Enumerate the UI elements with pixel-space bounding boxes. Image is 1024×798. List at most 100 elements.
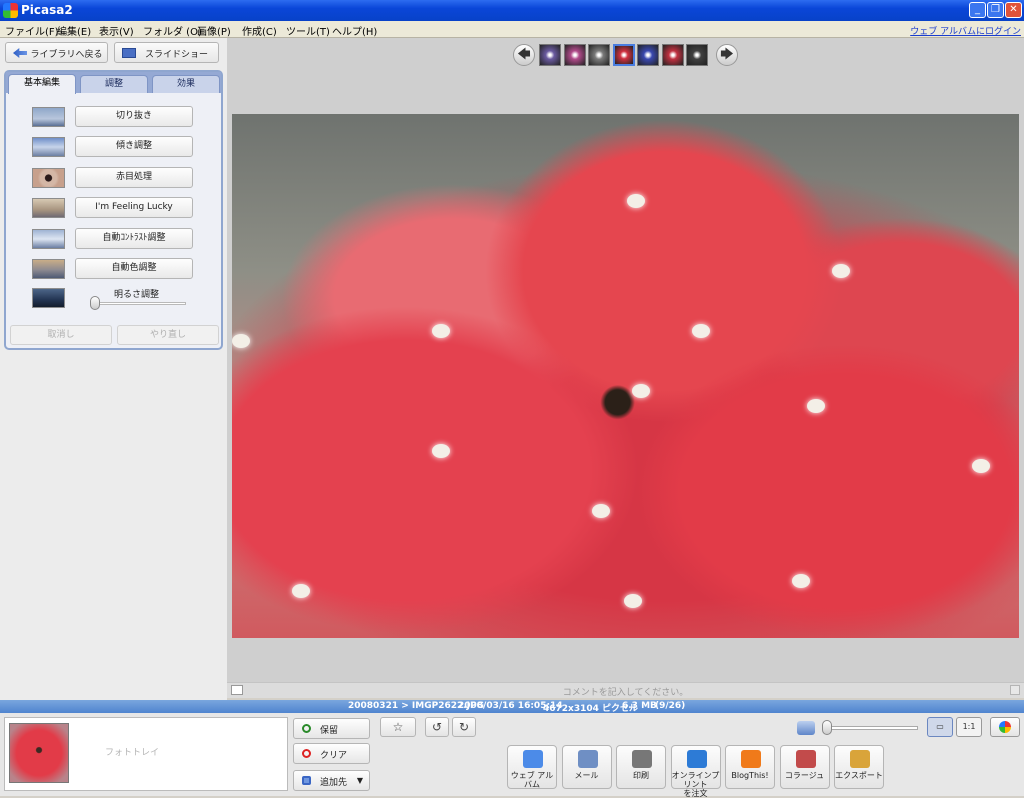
- star-button[interactable]: ☆: [380, 717, 416, 737]
- auto-color-thumbnail-icon: [32, 259, 65, 279]
- auto-contrast-button[interactable]: 自動ｺﾝﾄﾗｽﾄ調整: [75, 228, 193, 249]
- brightness-label: 明るさ調整: [114, 290, 160, 300]
- action-button[interactable]: ウェブ アルバム: [507, 745, 557, 789]
- menu-folder[interactable]: フォルダ (O): [143, 23, 202, 38]
- filmstrip-thumbnail[interactable]: [539, 44, 561, 66]
- auto-color-button[interactable]: 自動色調整: [75, 258, 193, 279]
- tab-strip: 基本編集 調整 効果: [6, 72, 221, 94]
- main-photo[interactable]: [232, 114, 1019, 638]
- action-button[interactable]: BlogThis!: [725, 745, 775, 789]
- hold-button[interactable]: 保留: [293, 718, 370, 739]
- comment-bar[interactable]: コメントを記入してください。: [227, 682, 1024, 698]
- slideshow-button[interactable]: スライドショー: [114, 42, 219, 63]
- add-to-icon: [302, 776, 311, 785]
- tab-effects[interactable]: 効果: [152, 75, 220, 93]
- action-label: コラージュ: [784, 771, 825, 780]
- rotate-right-button[interactable]: ↻: [452, 717, 476, 737]
- back-arrow-icon: [13, 48, 27, 58]
- feeling-lucky-thumbnail-icon: [32, 198, 65, 218]
- undo-button[interactable]: 取消し: [10, 325, 112, 345]
- menu-help[interactable]: ヘルプ(H): [332, 23, 377, 38]
- crop-thumbnail-icon: [32, 107, 65, 127]
- redo-button[interactable]: やり直し: [117, 325, 219, 345]
- clear-icon: [302, 749, 311, 758]
- action-button[interactable]: オンラインプリント を注文: [670, 745, 721, 798]
- edit-tabs: 基本編集 調整 効果 切り抜き 傾き調整 赤目処理 I'm Feeling Lu…: [4, 70, 223, 350]
- fill-light-thumbnail-icon: [32, 288, 65, 308]
- picasa-logo-icon: [3, 3, 18, 18]
- auto-contrast-thumbnail-icon: [32, 229, 65, 249]
- bottom-toolbar: フォトトレイ 保留 クリア 追加先 ▼ ☆ ↺ ↻ ウェブ アルバム メール 印刷 オ…: [0, 713, 1024, 798]
- filmstrip-thumbnail[interactable]: [637, 44, 659, 66]
- previous-photo-button[interactable]: 🡄: [513, 44, 535, 66]
- window-title: Picasa2: [21, 3, 73, 17]
- dropdown-arrow-icon: ▼: [356, 776, 363, 785]
- add-to-button[interactable]: 追加先 ▼: [293, 770, 370, 791]
- action-label: エクスポート: [835, 771, 883, 780]
- brightness-slider-knob[interactable]: [90, 296, 100, 310]
- menu-edit[interactable]: 編集(E): [57, 23, 91, 38]
- action-button[interactable]: メール: [561, 745, 612, 789]
- hold-icon: [302, 724, 311, 733]
- zoom-slider-track[interactable]: [828, 726, 918, 730]
- fix-color-row: 自動色調整: [32, 258, 198, 280]
- photo-info-bar: 20080321 > IMGP2622.JPG 2008/03/16 16:05…: [0, 700, 1024, 714]
- straighten-button[interactable]: 傾き調整: [75, 136, 193, 157]
- feeling-lucky-button[interactable]: I'm Feeling Lucky: [75, 197, 193, 218]
- tab-basic-fixes[interactable]: 基本編集: [8, 74, 76, 94]
- photo-index: (9/26): [655, 701, 686, 711]
- menu-file[interactable]: ファイル(F): [5, 23, 59, 38]
- picasa-colors-button[interactable]: [990, 717, 1020, 737]
- action-icon: [850, 750, 870, 768]
- fix-redeye-row: 赤目処理: [32, 167, 198, 189]
- fix-straighten-row: 傾き調整: [32, 136, 198, 158]
- picasa-colors-icon: [999, 721, 1011, 733]
- fix-contrast-row: 自動ｺﾝﾄﾗｽﾄ調整: [32, 228, 198, 250]
- zoom-photo-icon: [797, 721, 815, 735]
- action-icon: [741, 750, 761, 768]
- red-eye-button[interactable]: 赤目処理: [75, 167, 193, 188]
- web-album-login-link[interactable]: ウェブ アルバムにログイン: [910, 24, 1021, 37]
- minimize-button[interactable]: _: [969, 2, 986, 18]
- photo-tray-label: フォトトレイ: [105, 748, 160, 758]
- photo-file-size: 6.3 MB: [622, 701, 657, 711]
- slideshow-icon: [122, 48, 136, 58]
- close-button[interactable]: ✕: [1005, 2, 1022, 18]
- menu-bar: ファイル(F) 編集(E) 表示(V) フォルダ (O) 画像(P) 作成(C)…: [0, 21, 1024, 38]
- action-button[interactable]: 印刷: [616, 745, 666, 789]
- red-eye-thumbnail-icon: [32, 168, 65, 188]
- filmstrip-thumbnail[interactable]: [612, 44, 635, 66]
- comment-input[interactable]: コメントを記入してください。: [227, 685, 1024, 698]
- tab-tuning[interactable]: 調整: [80, 75, 148, 93]
- brightness-slider-track[interactable]: [92, 302, 186, 305]
- filmstrip-thumbnail[interactable]: [563, 44, 586, 66]
- filmstrip-thumbnail[interactable]: [661, 44, 684, 66]
- menu-image[interactable]: 画像(P): [197, 23, 231, 38]
- filmstrip-thumbnail[interactable]: [686, 44, 708, 66]
- action-label: メール: [574, 771, 599, 780]
- action-button[interactable]: コラージュ: [779, 745, 830, 789]
- zoom-slider-knob[interactable]: [822, 720, 832, 735]
- filmstrip-thumbnail[interactable]: [588, 44, 610, 66]
- crop-button[interactable]: 切り抜き: [75, 106, 193, 127]
- action-icon: [795, 750, 816, 768]
- clear-button[interactable]: クリア: [293, 743, 370, 764]
- comment-menu-icon[interactable]: [1010, 685, 1020, 695]
- maximize-button[interactable]: ❐: [987, 2, 1004, 18]
- action-button[interactable]: エクスポート: [834, 745, 884, 789]
- fix-crop-row: 切り抜き: [32, 106, 198, 128]
- straighten-thumbnail-icon: [32, 137, 65, 157]
- menu-create[interactable]: 作成(C): [242, 23, 277, 38]
- title-bar: Picasa2 _ ❐ ✕: [0, 0, 1024, 21]
- menu-view[interactable]: 表示(V): [99, 23, 134, 38]
- menu-tools[interactable]: ツール(T): [286, 23, 330, 38]
- fit-view-button[interactable]: ▭: [927, 717, 953, 737]
- actual-size-button[interactable]: 1:1: [956, 717, 982, 737]
- next-photo-button[interactable]: 🡆: [716, 44, 738, 66]
- back-to-library-button[interactable]: ライブラリへ戻る: [5, 42, 108, 63]
- edit-panel: ライブラリへ戻る スライドショー 基本編集 調整 効果 切り抜き 傾き調整 赤目…: [0, 38, 227, 700]
- tray-photo-thumbnail[interactable]: [9, 723, 69, 783]
- action-icon: [523, 750, 543, 768]
- action-icon: [632, 750, 652, 768]
- rotate-left-button[interactable]: ↺: [425, 717, 449, 737]
